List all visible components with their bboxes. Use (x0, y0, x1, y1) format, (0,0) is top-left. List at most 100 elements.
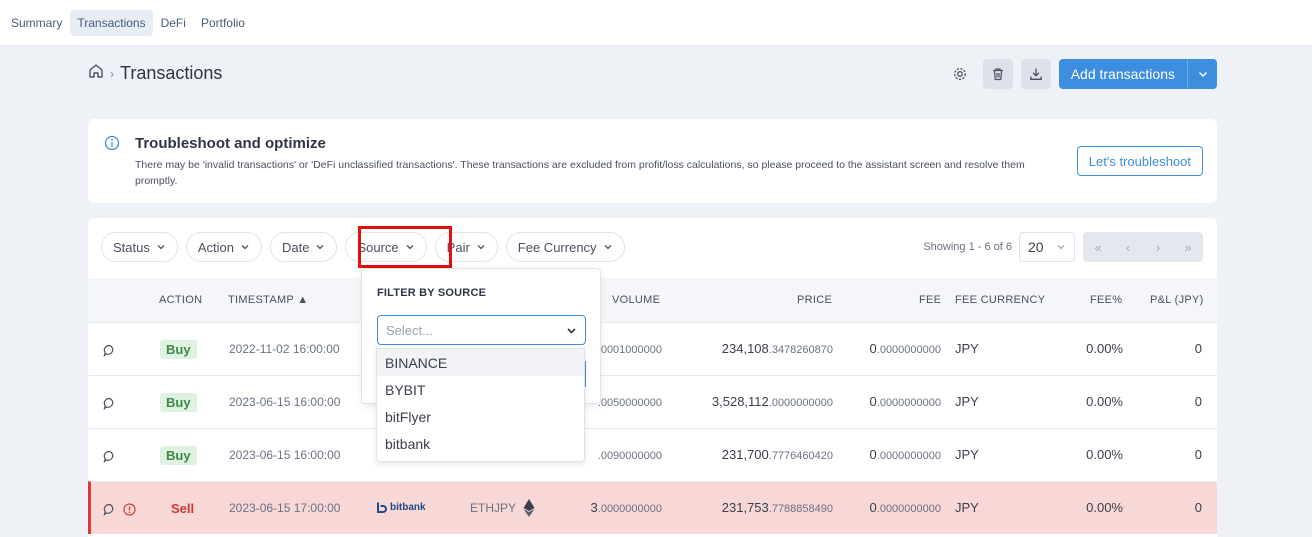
prev-page-icon[interactable]: ‹ (1113, 232, 1143, 262)
chevron-down-icon (604, 245, 612, 250)
fee-int: 0 (869, 447, 877, 462)
col-fee[interactable]: FEE (919, 294, 941, 306)
filter-action[interactable]: Action (185, 232, 262, 262)
chevron-down-icon (1057, 245, 1065, 250)
table-row[interactable]: Buy 2022-11-02 16:00:00 .0001000000 234,… (88, 322, 1217, 375)
filter-fee-currency[interactable]: Fee Currency (505, 232, 625, 262)
volume-dec: .0050000000 (597, 397, 662, 409)
col-pnl[interactable]: P&L (JPY) (1150, 294, 1204, 306)
fee-int: 0 (869, 394, 877, 409)
page-title: Transactions (120, 63, 223, 83)
table-row[interactable]: Buy 2023-06-15 16:00:00 .0090000000 231,… (88, 428, 1217, 481)
source-option-bitbank[interactable]: bitbank (377, 430, 584, 457)
fee-dec: .0000000000 (876, 503, 941, 515)
row-volume: .0050000000 (598, 394, 662, 409)
tab-portfolio[interactable]: Portfolio (194, 10, 252, 36)
per-page-select[interactable]: 20 (1019, 232, 1075, 262)
tab-defi[interactable]: DeFi (154, 10, 193, 36)
col-fee-currency[interactable]: FEE CURRENCY (955, 294, 1045, 306)
first-page-icon[interactable]: « (1083, 232, 1113, 262)
per-page-value: 20 (1028, 239, 1044, 255)
page-buttons: « ‹ › » (1083, 232, 1203, 262)
add-transactions-label: Add transactions (1070, 66, 1175, 82)
tab-transactions[interactable]: Transactions (70, 9, 153, 36)
breadcrumb: › Transactions (88, 63, 222, 84)
download-icon (1029, 68, 1042, 80)
action-badge: Sell (171, 501, 195, 516)
source-select[interactable]: Select... (377, 315, 586, 345)
troubleshoot-text: There may be 'invalid transactions' or '… (135, 159, 1025, 187)
source-filter-header: FILTER BY SOURCE (377, 287, 487, 299)
add-transactions-dropdown[interactable] (1187, 59, 1217, 89)
comment-icon[interactable] (103, 503, 116, 521)
row-price: 231,700.7776460420 (722, 447, 833, 462)
row-pnl: 0 (1194, 341, 1202, 356)
col-volume[interactable]: VOLUME (612, 294, 660, 306)
filter-status[interactable]: Status (101, 232, 178, 262)
filter-status-label: Status (113, 239, 150, 255)
row-timestamp: 2023-06-15 17:00:00 (229, 501, 341, 515)
transactions-card: Status Action Date Source Pair Fee Curre… (88, 218, 1217, 537)
last-page-icon[interactable]: » (1173, 232, 1203, 262)
row-timestamp: 2023-06-15 16:00:00 (229, 448, 341, 462)
price-dec: .7788858490 (768, 503, 833, 515)
trash-icon (992, 68, 1003, 81)
price-int: 231,753 (721, 500, 769, 515)
warning-icon[interactable] (123, 503, 136, 521)
chevron-down-icon (317, 245, 324, 250)
source-option-binance[interactable]: BINANCE (377, 349, 584, 376)
chevron-down-icon (567, 327, 576, 334)
row-pnl: 0 (1194, 500, 1202, 515)
row-timestamp: 2023-06-15 16:00:00 (229, 395, 341, 409)
troubleshoot-button[interactable]: Let's troubleshoot (1076, 146, 1203, 176)
filter-date[interactable]: Date (270, 232, 338, 262)
row-fee-currency: JPY (955, 394, 979, 409)
price-int: 234,108 (721, 341, 769, 356)
chevron-down-icon (157, 245, 165, 250)
row-fee-pct: 0.00% (1086, 500, 1123, 515)
row-fee: 0.0000000000 (870, 341, 941, 356)
tab-summary[interactable]: Summary (4, 10, 69, 36)
source-option-bitflyer[interactable]: bitFlyer (377, 403, 584, 430)
pagination-summary: Showing 1 - 6 of 6 (923, 241, 1012, 253)
next-page-icon[interactable]: › (1143, 232, 1173, 262)
row-pnl: 0 (1194, 447, 1202, 462)
table-row[interactable]: Sell 2023-06-15 17:00:00 bitbank ETHJPY … (88, 481, 1217, 534)
fee-int: 0 (869, 500, 877, 515)
chevron-down-icon (477, 245, 485, 250)
troubleshoot-title: Troubleshoot and optimize (135, 135, 326, 152)
top-nav: Summary Transactions DeFi Portfolio (0, 0, 1312, 46)
home-icon[interactable] (88, 63, 104, 84)
row-volume: .0090000000 (598, 447, 662, 462)
row-pair: ETHJPY (470, 501, 517, 515)
row-fee-currency: JPY (955, 500, 979, 515)
source-option-bybit[interactable]: BYBIT (377, 376, 584, 403)
row-volume: 3.0000000000 (591, 500, 662, 515)
comment-icon[interactable] (103, 344, 116, 362)
ethereum-icon (522, 498, 536, 523)
col-price[interactable]: PRICE (797, 294, 832, 306)
price-dec: .0000000000 (768, 397, 833, 409)
comment-icon[interactable] (103, 450, 116, 468)
source-options-list: BINANCE BYBIT bitFlyer bitbank (376, 348, 585, 462)
header-actions: Add transactions (937, 59, 1217, 89)
col-action[interactable]: ACTION (159, 294, 202, 306)
price-dec: .7776460420 (768, 450, 833, 462)
breadcrumb-separator: › (110, 66, 114, 81)
delete-button[interactable] (982, 59, 1013, 89)
settings-button[interactable] (945, 59, 975, 89)
col-timestamp-label: TIMESTAMP (228, 294, 294, 306)
bitbank-logo-icon (377, 502, 387, 513)
col-fee-pct[interactable]: FEE% (1090, 294, 1122, 306)
col-timestamp[interactable]: TIMESTAMP ▲ (228, 294, 308, 306)
table-header: ACTION TIMESTAMP ▲ VOLUME PRICE FEE FEE … (88, 278, 1217, 322)
download-button[interactable] (1020, 59, 1051, 89)
add-transactions-button[interactable]: Add transactions (1058, 59, 1217, 89)
comment-icon[interactable] (103, 397, 116, 415)
source-select-placeholder: Select... (386, 322, 433, 338)
table-row[interactable]: Buy 2023-06-15 16:00:00 .0050000000 3,52… (88, 375, 1217, 428)
price-dec: .3478260870 (768, 344, 833, 356)
sort-asc-icon: ▲ (297, 294, 309, 306)
fee-dec: .0000000000 (876, 344, 941, 356)
fee-dec: .0000000000 (876, 397, 941, 409)
